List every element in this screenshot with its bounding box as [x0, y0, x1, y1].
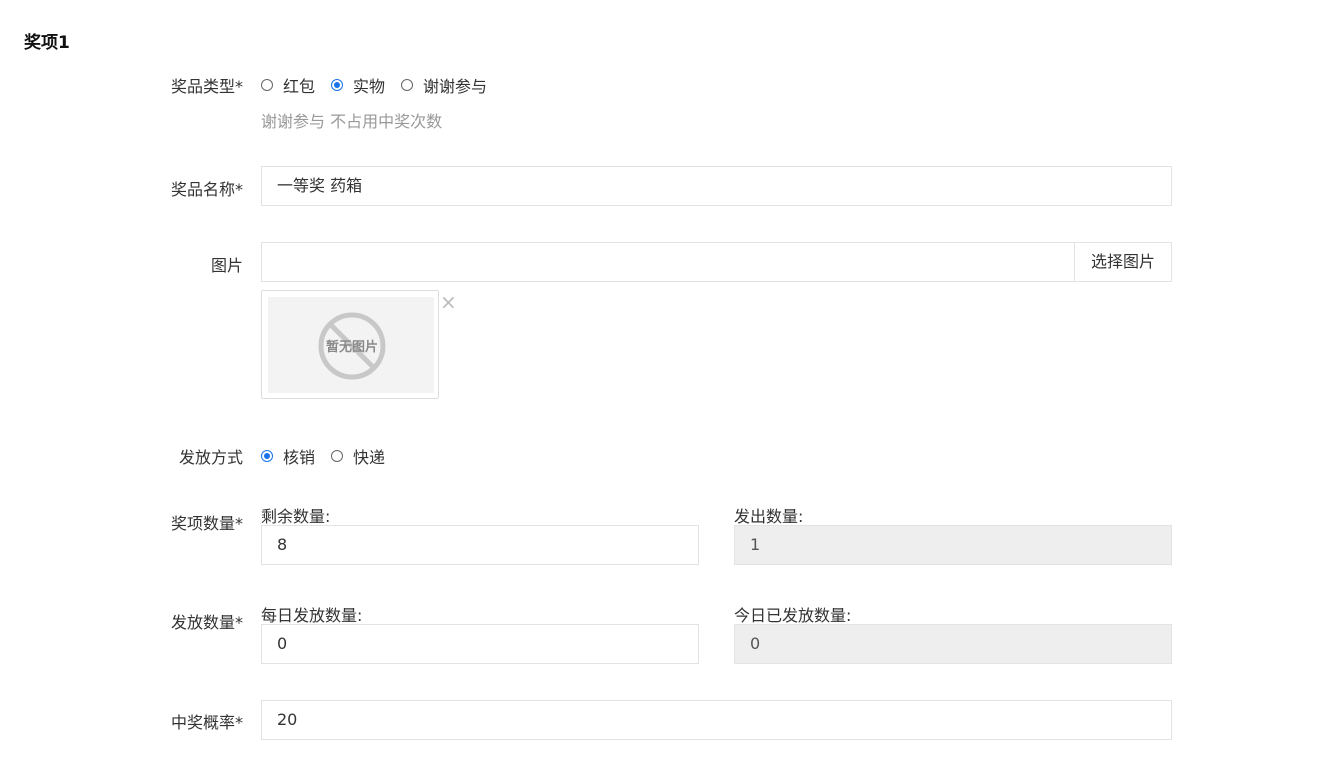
prize-form: 奖项1 奖品类型* 红包 实物 谢谢参与 谢谢参与 不占用中奖次数 奖品名称* …	[0, 0, 1326, 767]
delivery-label: 发放方式	[178, 448, 243, 467]
image-label: 图片	[210, 256, 243, 275]
today-issued-field: 0	[734, 624, 1172, 664]
quantity-label: 奖项数量*	[170, 514, 243, 533]
no-image-text: 暂无图片	[326, 339, 378, 355]
no-image-placeholder: 暂无图片	[268, 297, 434, 393]
radio-checked-icon[interactable]	[261, 450, 273, 462]
radio-label: 实物	[353, 77, 386, 96]
prize-type-label: 奖品类型*	[170, 77, 243, 96]
today-issued-label: 今日已发放数量:	[734, 606, 852, 625]
probability-input[interactable]: 20	[261, 700, 1172, 740]
prize-name-input[interactable]: 一等奖 药箱	[261, 166, 1172, 206]
radio-label: 核销	[283, 448, 316, 467]
radio-icon[interactable]	[261, 79, 273, 91]
prize-name-label: 奖品名称*	[170, 180, 243, 199]
radio-label: 红包	[283, 77, 316, 96]
select-image-button[interactable]: 选择图片	[1074, 242, 1172, 282]
prize-type-hint: 谢谢参与 不占用中奖次数	[261, 112, 443, 131]
prize-type-option-red-packet[interactable]: 红包	[261, 73, 315, 97]
prize-type-option-physical[interactable]: 实物	[331, 73, 385, 97]
remove-image-icon[interactable]: ×	[440, 292, 457, 312]
probability-label: 中奖概率*	[170, 713, 243, 732]
radio-label: 快递	[353, 448, 386, 467]
delivery-radio-group: 核销 快递	[261, 444, 401, 468]
issued-quantity-field: 1	[734, 525, 1172, 565]
no-image-icon: 暂无图片	[318, 312, 386, 380]
prize-type-option-thanks[interactable]: 谢谢参与	[401, 73, 487, 97]
radio-label: 谢谢参与	[423, 77, 488, 96]
radio-icon[interactable]	[331, 450, 344, 462]
daily-quantity-input[interactable]: 0	[261, 624, 699, 664]
daily-quantity-label: 每日发放数量:	[261, 606, 363, 625]
image-url-input[interactable]	[261, 242, 1075, 282]
image-thumbnail: 暂无图片	[261, 290, 439, 399]
issued-quantity-label: 发出数量:	[734, 507, 804, 526]
remaining-quantity-input[interactable]: 8	[261, 525, 699, 565]
delivery-option-express[interactable]: 快递	[331, 444, 385, 468]
radio-icon[interactable]	[401, 79, 414, 91]
delivery-option-verify[interactable]: 核销	[261, 444, 315, 468]
distribution-label: 发放数量*	[170, 613, 243, 632]
prize-type-radio-group: 红包 实物 谢谢参与	[261, 73, 503, 97]
radio-checked-icon[interactable]	[331, 79, 344, 91]
section-title: 奖项1	[24, 33, 70, 53]
remaining-quantity-label: 剩余数量:	[261, 507, 331, 526]
